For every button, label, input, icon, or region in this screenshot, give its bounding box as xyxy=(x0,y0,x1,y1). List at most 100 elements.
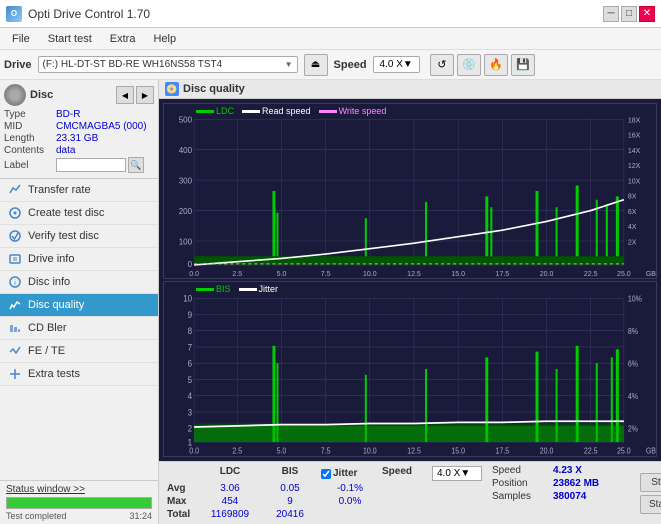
svg-text:6: 6 xyxy=(188,358,193,369)
fe-te-icon xyxy=(8,344,22,358)
jitter-legend-item: Jitter xyxy=(239,284,279,294)
disc-type-key: Type xyxy=(4,109,56,120)
disc-ctrl-prev[interactable]: ◀ xyxy=(116,86,134,104)
speed-dropdown[interactable]: 4.0 X ▼ xyxy=(432,466,482,481)
max-ldc: 454 xyxy=(200,495,260,508)
sidebar-item-disc-quality[interactable]: Disc quality xyxy=(0,294,158,317)
speed-val: 4.23 X xyxy=(553,465,582,476)
sidebar-item-extra-tests[interactable]: Extra tests xyxy=(0,363,158,386)
disc-quality-title: Disc quality xyxy=(183,83,245,95)
menu-file[interactable]: File xyxy=(4,31,38,47)
create-test-disc-icon xyxy=(8,206,22,220)
time-display: 31:24 xyxy=(129,511,152,521)
chart2-legend: BIS Jitter xyxy=(196,284,278,294)
disc-label-input[interactable] xyxy=(56,158,126,172)
bis-col-header: BIS xyxy=(260,465,320,482)
svg-text:4: 4 xyxy=(188,391,193,402)
disc-length-row: Length 23.31 GB xyxy=(4,133,154,144)
eject-button[interactable]: ⏏ xyxy=(304,54,328,76)
sidebar-item-verify-test-disc[interactable]: Verify test disc xyxy=(0,225,158,248)
svg-text:5: 5 xyxy=(188,374,193,385)
nav-disc-quality-label: Disc quality xyxy=(28,299,84,311)
readspeed-legend-item: Read speed xyxy=(242,106,311,116)
save-button[interactable]: 💾 xyxy=(511,54,535,76)
max-jitter: 0.0% xyxy=(320,495,380,508)
nav-cd-bler-label: CD Bler xyxy=(28,322,67,334)
refresh-button[interactable]: ↺ xyxy=(430,54,454,76)
svg-text:5.0: 5.0 xyxy=(277,446,287,456)
svg-text:300: 300 xyxy=(179,175,193,185)
speed-val-label: Speed xyxy=(492,465,547,476)
action-buttons: Start full Start part xyxy=(640,465,661,521)
status-window-button[interactable]: Status window >> xyxy=(6,484,152,495)
jitter-checkbox[interactable] xyxy=(321,469,331,479)
speed-label: Speed xyxy=(334,59,367,71)
speed-dropdown-value: 4.0 X xyxy=(437,468,460,479)
sidebar-item-create-test-disc[interactable]: Create test disc xyxy=(0,202,158,225)
svg-text:12.5: 12.5 xyxy=(407,269,421,278)
sidebar-item-fe-te[interactable]: FE / TE xyxy=(0,340,158,363)
svg-text:100: 100 xyxy=(179,236,193,246)
stats-right: Speed 4.23 X Position 23862 MB Samples 3… xyxy=(492,465,632,521)
sidebar-item-drive-info[interactable]: Drive info xyxy=(0,248,158,271)
total-bis: 20416 xyxy=(260,508,320,521)
disc-length-val: 23.31 GB xyxy=(56,133,154,144)
svg-text:400: 400 xyxy=(179,145,193,155)
burn-button[interactable]: 🔥 xyxy=(484,54,508,76)
svg-text:18X: 18X xyxy=(628,115,641,124)
sidebar-item-disc-info[interactable]: i Disc info xyxy=(0,271,158,294)
menu-extra[interactable]: Extra xyxy=(102,31,144,47)
progress-bar xyxy=(6,497,152,509)
ldc-legend-label: LDC xyxy=(216,106,234,116)
minimize-button[interactable]: ─ xyxy=(603,6,619,22)
nav-verify-test-disc-label: Verify test disc xyxy=(28,230,99,242)
menu-help[interactable]: Help xyxy=(145,31,184,47)
svg-text:10X: 10X xyxy=(628,176,641,185)
svg-text:10: 10 xyxy=(183,293,192,304)
svg-text:25.0: 25.0 xyxy=(617,269,631,278)
svg-text:14X: 14X xyxy=(628,146,641,155)
disc-ctrl-next[interactable]: ▶ xyxy=(136,86,154,104)
svg-text:200: 200 xyxy=(179,206,193,216)
drive-label: Drive xyxy=(4,59,32,71)
disc-mid-key: MID xyxy=(4,121,56,132)
svg-text:22.5: 22.5 xyxy=(584,446,598,456)
ldc-chart: LDC Read speed Write speed xyxy=(163,103,657,279)
start-part-button[interactable]: Start part xyxy=(640,495,661,514)
bis-legend-color xyxy=(196,288,214,291)
writespeed-legend-item: Write speed xyxy=(319,106,387,116)
speed-col-header: Speed xyxy=(380,465,430,482)
close-button[interactable]: ✕ xyxy=(639,6,655,22)
transfer-rate-icon xyxy=(8,183,22,197)
drive-select-text: (F:) HL-DT-ST BD-RE WH16NS58 TST4 xyxy=(43,59,285,70)
drive-select[interactable]: (F:) HL-DT-ST BD-RE WH16NS58 TST4 ▼ xyxy=(38,56,298,73)
ldc-chart-svg: 500 400 300 200 100 0 18X 16X 14X 12X 10… xyxy=(164,104,656,278)
menu-bar: File Start test Extra Help xyxy=(0,28,661,50)
bis-legend-label: BIS xyxy=(216,284,231,294)
disc-button[interactable]: 💿 xyxy=(457,54,481,76)
samples-val: 380074 xyxy=(553,491,586,502)
disc-contents-key: Contents xyxy=(4,145,56,156)
start-full-button[interactable]: Start full xyxy=(640,473,661,492)
disc-length-key: Length xyxy=(4,133,56,144)
svg-text:0.0: 0.0 xyxy=(189,269,199,278)
svg-text:12.5: 12.5 xyxy=(407,446,421,456)
disc-label-search-button[interactable]: 🔍 xyxy=(128,157,144,173)
disc-contents-row: Contents data xyxy=(4,145,154,156)
main-content: 📀 Disc quality LDC Read speed xyxy=(159,80,661,524)
svg-text:4X: 4X xyxy=(628,222,637,231)
app-icon: O xyxy=(6,6,22,22)
menu-start-test[interactable]: Start test xyxy=(40,31,100,47)
sidebar-item-cd-bler[interactable]: CD Bler xyxy=(0,317,158,340)
maximize-button[interactable]: □ xyxy=(621,6,637,22)
nav-transfer-rate-label: Transfer rate xyxy=(28,184,91,196)
chevron-down-icon: ▼ xyxy=(285,60,293,69)
stats-max-row: Max 454 9 0.0% xyxy=(165,495,484,508)
sidebar-item-transfer-rate[interactable]: Transfer rate xyxy=(0,179,158,202)
charts-wrapper: LDC Read speed Write speed xyxy=(159,99,661,461)
speed-select[interactable]: 4.0 X ▼ xyxy=(373,56,420,73)
avg-jitter: -0.1% xyxy=(320,482,380,495)
speed-dropdown-arrow: ▼ xyxy=(460,468,470,479)
svg-text:8%: 8% xyxy=(628,327,638,337)
svg-text:17.5: 17.5 xyxy=(496,269,510,278)
